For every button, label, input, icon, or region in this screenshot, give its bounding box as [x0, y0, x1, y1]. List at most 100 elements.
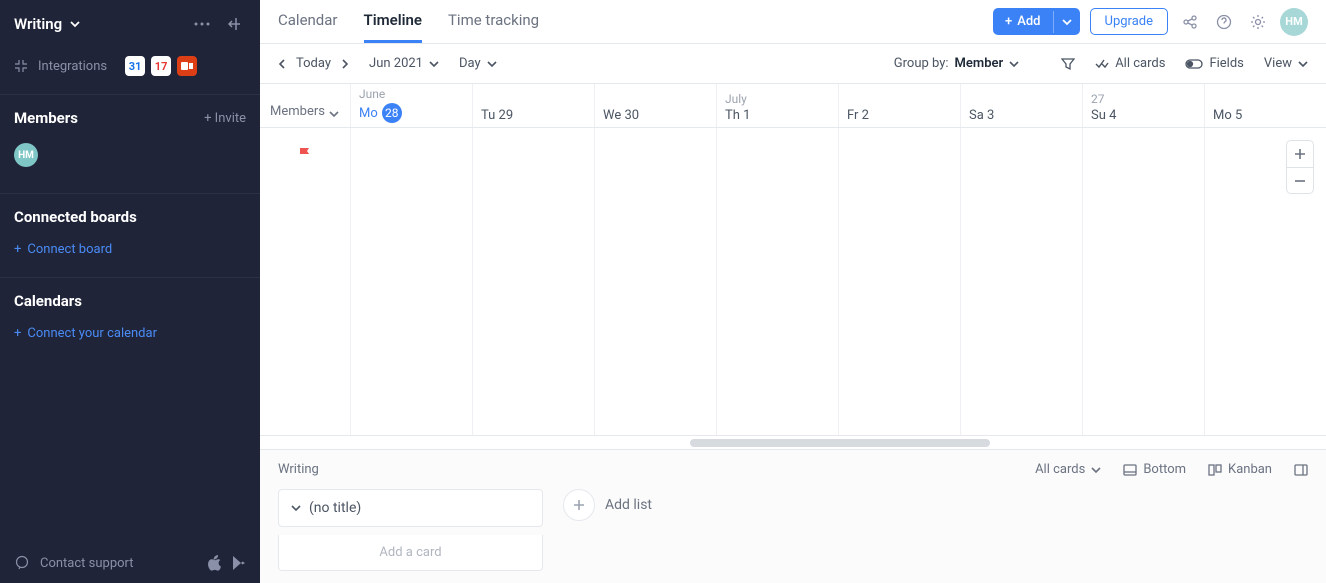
scale-label: Day — [459, 56, 481, 71]
month-picker[interactable]: Jun 2021 — [369, 56, 439, 71]
more-icon[interactable] — [190, 12, 214, 36]
view-label: View — [1264, 56, 1292, 71]
month-label: June — [359, 87, 464, 101]
timeline-cell[interactable] — [960, 128, 1082, 435]
day-header[interactable]: Sa 3 — [960, 84, 1082, 127]
bottom-all-cards[interactable]: All cards — [1035, 462, 1101, 477]
connect-calendar-link[interactable]: Connect your calendar — [0, 320, 260, 347]
list-header[interactable]: (no title) — [278, 489, 543, 527]
google-play-icon[interactable] — [232, 555, 246, 571]
scale-picker[interactable]: Day — [459, 56, 497, 71]
apple-calendar-icon[interactable]: 17 — [151, 56, 171, 76]
flag-icon[interactable] — [297, 146, 313, 164]
timeline-cell[interactable] — [838, 128, 960, 435]
chevron-down-icon — [291, 503, 301, 513]
connected-boards-heading: Connected boards — [14, 208, 137, 226]
bottom-position-label: Bottom — [1143, 462, 1186, 477]
integrations-label[interactable]: Integrations — [38, 59, 107, 74]
day-label: Su 4 — [1091, 108, 1196, 123]
fields-label: Fields — [1209, 56, 1243, 71]
main-area: Calendar Timeline Time tracking +Add Upg… — [260, 0, 1326, 583]
zoom-in-button[interactable] — [1287, 141, 1313, 167]
zoom-out-button[interactable] — [1287, 167, 1313, 193]
member-avatar[interactable]: HM — [14, 143, 38, 167]
add-button[interactable]: +Add — [993, 8, 1080, 35]
timeline-scrollbar[interactable] — [260, 435, 1326, 449]
settings-icon[interactable] — [1246, 10, 1270, 34]
members-column-label: Members — [270, 104, 325, 119]
tab-time-tracking[interactable]: Time tracking — [448, 0, 539, 43]
add-list-label: Add list — [605, 497, 652, 513]
all-cards-label: All cards — [1115, 56, 1165, 71]
day-header[interactable]: 27 Su 4 — [1082, 84, 1204, 127]
apple-icon[interactable] — [208, 555, 222, 571]
upgrade-button[interactable]: Upgrade — [1090, 8, 1168, 35]
board-name-label: Writing — [278, 462, 319, 477]
all-cards-toggle[interactable]: All cards — [1095, 56, 1165, 71]
day-header[interactable]: July Th 1 — [716, 84, 838, 127]
zoom-control — [1286, 140, 1314, 194]
bottom-kanban-toggle[interactable]: Kanban — [1208, 462, 1272, 477]
invite-button[interactable]: + Invite — [204, 111, 246, 126]
day-label: Mo 28 — [359, 103, 464, 123]
timeline-cell[interactable] — [1082, 128, 1204, 435]
workspace-name[interactable]: Writing — [14, 15, 62, 33]
connect-board-link[interactable]: Connect board — [0, 236, 260, 263]
list-title: (no title) — [309, 500, 361, 516]
calendars-heading: Calendars — [14, 292, 82, 310]
chat-icon — [14, 555, 30, 571]
group-by-picker[interactable]: Member — [955, 56, 1020, 71]
day-label: We 30 — [603, 108, 708, 123]
add-button-label: Add — [1017, 14, 1040, 29]
add-card-placeholder[interactable]: Add a card — [278, 535, 543, 571]
contact-support-link[interactable]: Contact support — [40, 556, 134, 571]
members-heading: Members — [14, 109, 78, 127]
add-list-button[interactable] — [563, 489, 595, 521]
view-picker[interactable]: View — [1264, 56, 1308, 71]
today-button[interactable]: Today — [296, 56, 331, 71]
help-icon[interactable] — [1212, 10, 1236, 34]
timeline-cell[interactable] — [472, 128, 594, 435]
fields-toggle[interactable]: Fields — [1185, 56, 1243, 71]
day-label: Tu 29 — [481, 108, 586, 123]
bottom-panel: Writing All cards Bottom Kanban (no titl… — [260, 449, 1326, 583]
tab-calendar[interactable]: Calendar — [278, 0, 338, 43]
bottom-expand-icon[interactable] — [1294, 464, 1308, 476]
day-label: Th 1 — [725, 108, 830, 123]
next-period-button[interactable] — [341, 59, 349, 69]
topbar: Calendar Timeline Time tracking +Add Upg… — [260, 0, 1326, 44]
filter-icon[interactable] — [1061, 57, 1075, 71]
day-header[interactable]: Tu 29 — [472, 84, 594, 127]
day-header[interactable]: Mo 5 — [1204, 84, 1326, 127]
timeline-cell[interactable] — [350, 128, 472, 435]
month-label: Jun 2021 — [369, 56, 423, 71]
week-label: 27 — [1091, 92, 1196, 106]
day-label: Fr 2 — [847, 108, 952, 123]
sidebar: Writing Integrations 31 17 Members + Inv… — [0, 0, 260, 583]
bottom-kanban-label: Kanban — [1228, 462, 1272, 477]
prev-period-button[interactable] — [278, 59, 286, 69]
timeline-toolbar: Today Jun 2021 Day Group by: Member All … — [260, 44, 1326, 84]
day-header[interactable]: Fr 2 — [838, 84, 960, 127]
month-label: July — [725, 92, 830, 106]
members-column-header[interactable]: Members — [260, 84, 350, 127]
outlook-icon[interactable] — [177, 56, 197, 76]
day-header[interactable]: We 30 — [594, 84, 716, 127]
day-label: Mo 5 — [1213, 108, 1318, 123]
timeline-grid: Members June Mo 28 Tu 29 We 30 July Th 1 Fr… — [260, 84, 1326, 449]
google-calendar-icon[interactable]: 31 — [125, 56, 145, 76]
collapse-sidebar-icon[interactable] — [222, 12, 246, 36]
day-label: Sa 3 — [969, 108, 1074, 123]
timeline-cell[interactable] — [594, 128, 716, 435]
tab-timeline[interactable]: Timeline — [364, 0, 422, 43]
chevron-down-icon[interactable] — [70, 19, 80, 29]
timeline-cell[interactable] — [716, 128, 838, 435]
group-by-value: Member — [955, 56, 1004, 71]
day-header[interactable]: June Mo 28 — [350, 84, 472, 127]
share-icon[interactable] — [1178, 10, 1202, 34]
bottom-all-cards-label: All cards — [1035, 462, 1085, 477]
user-avatar[interactable]: HM — [1280, 8, 1308, 36]
add-button-caret[interactable] — [1053, 11, 1080, 33]
bottom-position-toggle[interactable]: Bottom — [1123, 462, 1186, 477]
integrations-icon — [14, 59, 28, 73]
